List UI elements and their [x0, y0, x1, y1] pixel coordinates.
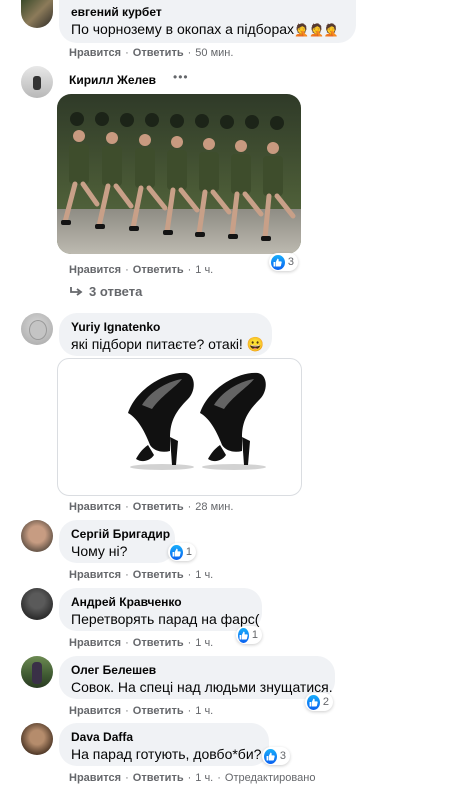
reply-arrow-icon [70, 286, 83, 296]
comment-author[interactable]: Андрей Кравченко [71, 594, 250, 610]
attached-image[interactable] [57, 358, 302, 496]
like-action[interactable]: Нравится [69, 569, 121, 581]
comment-text: По чорнозему в окопах а підборах🤦🤦🤦 [71, 21, 339, 37]
comment-bubble: Олег Белешев Совок. На спеці над людьми … [59, 656, 335, 699]
reply-action[interactable]: Ответить [133, 705, 184, 717]
comment-author[interactable]: Yuriy Ignatenko [71, 319, 260, 335]
like-icon [307, 694, 320, 710]
attached-photo[interactable] [57, 94, 301, 254]
comment-actions: Нравится · Ответить · 1 ч. · Отредактировано [69, 772, 316, 784]
reply-action[interactable]: Ответить [133, 772, 184, 784]
comment-author[interactable]: евгений курбет [71, 4, 344, 20]
view-replies-link[interactable]: 3 ответа [69, 284, 142, 299]
like-icon [271, 254, 285, 270]
comment-author[interactable]: Олег Белешев [71, 662, 323, 678]
avatar[interactable] [21, 0, 53, 28]
like-action[interactable]: Нравится [69, 264, 121, 276]
comment-actions: Нравится · Ответить · 1 ч. [69, 569, 214, 581]
timestamp[interactable]: 28 мин. [195, 501, 233, 513]
comment-bubble: евгений курбет По чорнозему в окопах а п… [59, 0, 356, 43]
comment-text: які підбори питаєте? отакі! 😀 [71, 336, 265, 352]
comment-author[interactable]: Dava Daffa [71, 729, 257, 745]
reaction-count[interactable]: 3 [269, 253, 298, 271]
reply-action[interactable]: Ответить [133, 264, 184, 276]
emoji: 🤦🤦🤦 [294, 23, 339, 37]
platform-heels-image [128, 372, 266, 470]
comment-text: На парад готують, довбо*би? [71, 746, 262, 762]
comment-author[interactable]: Сергій Бригадир [71, 526, 170, 542]
avatar[interactable] [21, 588, 53, 620]
timestamp[interactable]: 1 ч. [195, 772, 213, 784]
avatar[interactable] [21, 656, 53, 688]
reaction-count[interactable]: 1 [236, 626, 262, 644]
timestamp[interactable]: 1 ч. [195, 264, 213, 276]
timestamp[interactable]: 50 мин. [195, 47, 233, 59]
comment-author[interactable]: Кирилл Желев [69, 72, 156, 88]
comment-text: Перетворять парад на фарс( [71, 611, 260, 627]
reply-action[interactable]: Ответить [133, 569, 184, 581]
avatar[interactable] [21, 66, 53, 98]
comment-bubble: Dava Daffa На парад готують, довбо*би? [59, 723, 269, 766]
timestamp[interactable]: 1 ч. [195, 569, 213, 581]
comment-text: Чому ні? [71, 543, 128, 559]
comment-actions: Нравится · Ответить · 28 мин. [69, 501, 234, 513]
comment-bubble: Yuriy Ignatenko які підбори питаєте? ота… [59, 313, 272, 356]
emoji: 😀 [246, 336, 265, 352]
comment-text: Совок. На спеці над людьми знущатися. [71, 679, 333, 695]
like-icon [264, 748, 277, 764]
timestamp[interactable]: 1 ч. [195, 637, 213, 649]
reaction-count[interactable]: 3 [262, 747, 290, 765]
avatar[interactable] [21, 520, 53, 552]
avatar[interactable] [21, 313, 53, 345]
like-action[interactable]: Нравится [69, 705, 121, 717]
more-options-icon[interactable]: ••• [173, 70, 189, 84]
comment-actions: Нравится · Ответить · 1 ч. [69, 264, 214, 276]
avatar[interactable] [21, 723, 53, 755]
timestamp[interactable]: 1 ч. [195, 705, 213, 717]
reply-action[interactable]: Ответить [133, 637, 184, 649]
reaction-count[interactable]: 1 [168, 543, 196, 561]
like-action[interactable]: Нравится [69, 772, 121, 784]
like-icon [170, 544, 183, 560]
edited-label[interactable]: Отредактировано [225, 772, 316, 784]
comment-actions: Нравится · Ответить · 1 ч. [69, 637, 214, 649]
reply-action[interactable]: Ответить [133, 47, 184, 59]
reply-action[interactable]: Ответить [133, 501, 184, 513]
like-action[interactable]: Нравится [69, 47, 121, 59]
like-action[interactable]: Нравится [69, 501, 121, 513]
like-icon [238, 627, 249, 643]
like-action[interactable]: Нравится [69, 637, 121, 649]
marching-soldiers-photo [57, 94, 301, 254]
comment-actions: Нравится · Ответить · 50 мин. [69, 47, 234, 59]
comment-bubble: Сергій Бригадир Чому ні? [59, 520, 175, 563]
comment-actions: Нравится · Ответить · 1 ч. [69, 705, 214, 717]
comment-bubble: Андрей Кравченко Перетворять парад на фа… [59, 588, 262, 631]
reaction-count[interactable]: 2 [305, 693, 333, 711]
